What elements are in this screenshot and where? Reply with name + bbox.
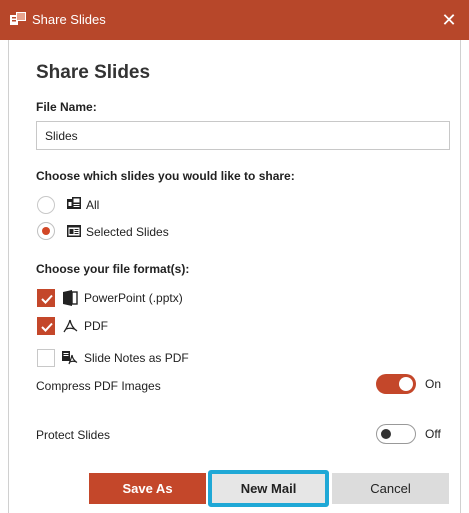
- share-slides-app-icon: [10, 12, 26, 25]
- title-bar: Share Slides ✕: [0, 0, 469, 40]
- new-mail-button[interactable]: New Mail: [208, 470, 329, 507]
- radio-selected-slides[interactable]: [37, 222, 55, 240]
- formats-label: Choose your file format(s):: [36, 262, 190, 276]
- pdf-icon: [63, 319, 78, 333]
- protect-slides-state: Off: [425, 427, 441, 441]
- checkbox-pdf[interactable]: [37, 317, 55, 335]
- toggle-knob: [399, 377, 413, 391]
- checkmark-icon: [41, 322, 53, 332]
- slide-notes-pdf-icon: [62, 351, 78, 365]
- file-name-label: File Name:: [36, 100, 97, 114]
- checkbox-powerpoint[interactable]: [37, 289, 55, 307]
- close-button[interactable]: ✕: [429, 0, 469, 40]
- cancel-button[interactable]: Cancel: [332, 473, 449, 504]
- save-as-button[interactable]: Save As: [89, 473, 206, 504]
- checkbox-slide-notes-pdf-label: Slide Notes as PDF: [84, 351, 189, 365]
- radio-selected-slides-label: Selected Slides: [86, 225, 169, 239]
- compress-pdf-label: Compress PDF Images: [36, 379, 161, 393]
- checkbox-powerpoint-label: PowerPoint (.pptx): [84, 291, 183, 305]
- compress-pdf-state: On: [425, 377, 442, 391]
- radio-all-label: All: [86, 198, 100, 212]
- file-name-input[interactable]: [36, 121, 450, 150]
- powerpoint-icon: [63, 290, 78, 306]
- compress-pdf-toggle[interactable]: [376, 374, 416, 394]
- dialog-heading: Share Slides: [36, 62, 151, 83]
- checkbox-pdf-label: PDF: [84, 319, 108, 333]
- protect-slides-label: Protect Slides: [36, 428, 111, 442]
- close-icon: ✕: [441, 9, 457, 30]
- toggle-knob: [381, 429, 391, 439]
- window-title: Share Slides: [32, 12, 106, 27]
- protect-slides-toggle[interactable]: [376, 424, 416, 444]
- checkbox-slide-notes-pdf[interactable]: [37, 349, 55, 367]
- slides-all-icon: [67, 197, 81, 209]
- radio-all[interactable]: [37, 196, 55, 214]
- selected-slides-icon: [67, 225, 81, 237]
- checkmark-icon: [41, 294, 53, 304]
- slides-choice-label: Choose which slides you would like to sh…: [36, 169, 295, 183]
